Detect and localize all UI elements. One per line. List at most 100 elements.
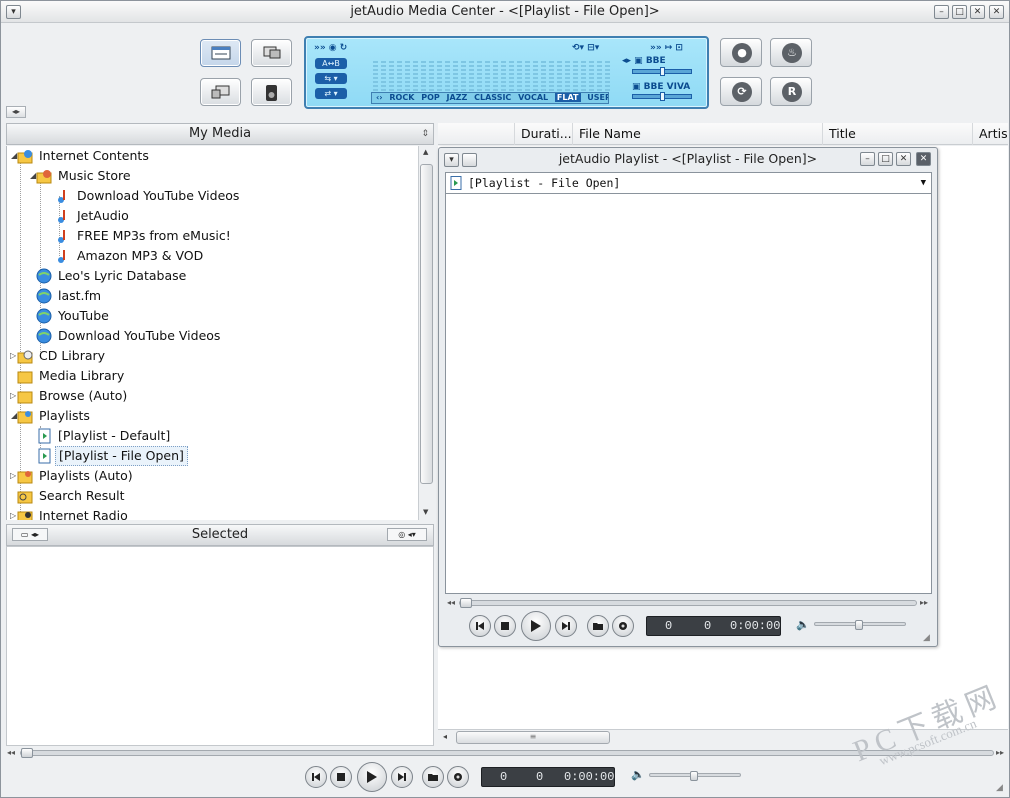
main-play-button[interactable] [357, 762, 387, 792]
eq-preset-user[interactable]: USER [587, 93, 608, 102]
eq-preset-vocal[interactable]: VOCAL [518, 93, 548, 102]
previous-button[interactable] [469, 615, 491, 637]
volume-icon[interactable]: 🔈 [796, 618, 810, 631]
main-counter-display: 0 0 0:00:00 [481, 767, 615, 787]
video-view-button[interactable] [200, 78, 241, 106]
column-duration[interactable]: Durati... [514, 123, 572, 145]
music-note-icon [58, 210, 65, 223]
column-artist[interactable]: Artis [972, 123, 1008, 145]
hscroll-thumb[interactable]: ≡ [456, 731, 610, 744]
playlist-maximize-button[interactable]: □ [878, 152, 893, 166]
main-previous-button[interactable] [305, 766, 327, 788]
bbe-viva-toggle[interactable]: ▣ BBE VIVA [632, 82, 690, 92]
close-button[interactable]: ✕ [970, 5, 985, 19]
player-device-icon [266, 85, 277, 101]
my-media-header[interactable]: My Media ⇕ [6, 123, 434, 145]
recorder-button[interactable]: R [770, 77, 812, 106]
timer-icon[interactable]: ⟲▾ ⊟▾ [572, 43, 599, 53]
burn-button[interactable]: ♨ [770, 38, 812, 67]
playlist-close-button[interactable]: ✕ [916, 152, 931, 166]
eq-preset-classic[interactable]: CLASSIC [474, 93, 511, 102]
main-disc-button[interactable] [447, 766, 469, 788]
playlist-volume-slider[interactable] [814, 620, 906, 630]
minimize-button[interactable]: – [934, 5, 949, 19]
main-seek-knob[interactable] [21, 748, 33, 758]
playlist-restore-button[interactable]: ✕ [896, 152, 911, 166]
main-volume-knob[interactable] [690, 771, 698, 781]
main-stop-button[interactable] [330, 766, 352, 788]
seek-back-icon[interactable]: ◂◂ [447, 598, 455, 607]
r-icon: R [782, 82, 802, 102]
internet-contents-icon [17, 150, 33, 164]
playlist-file-icon [38, 448, 51, 464]
media-center-view-button[interactable] [200, 39, 241, 67]
bbe-toggle[interactable]: ◂▸ ▣ BBE [622, 56, 666, 66]
stop-button[interactable] [494, 615, 516, 637]
disc-icon [619, 622, 627, 630]
sort-icon[interactable]: ⇕ [421, 124, 429, 144]
open-folder-button[interactable] [587, 615, 609, 637]
title-bar: ▾ jetAudio Media Center - <[Playlist - F… [1, 1, 1009, 23]
playlist-seek-slider[interactable] [459, 598, 917, 608]
convert-button[interactable]: ⟳ [720, 77, 762, 106]
scroll-left-icon[interactable]: ◂ [443, 732, 447, 741]
selected-list[interactable] [6, 546, 434, 746]
tree-scroll-thumb[interactable] [420, 164, 433, 484]
scroll-up-icon[interactable]: ▲ [423, 148, 428, 156]
selected-view-button[interactable]: ▭ ◂▸ [12, 528, 48, 541]
resize-grip-icon[interactable]: ◢ [923, 633, 930, 643]
close-alt-button[interactable]: ✕ [989, 5, 1004, 19]
volume-knob[interactable] [855, 620, 863, 630]
equalizer-bars[interactable] [373, 57, 610, 91]
main-open-folder-button[interactable] [422, 766, 444, 788]
eq-preset-bar[interactable]: ‹› ROCK POP JAZZ CLASSIC VOCAL FLAT USER… [371, 92, 609, 104]
eq-preset-flat[interactable]: FLAT [554, 93, 581, 102]
column-file-name[interactable]: File Name [572, 123, 822, 145]
stop-icon [337, 773, 345, 781]
effects-icons[interactable]: »» ↦ ⊡ [650, 43, 683, 53]
eq-preset-jazz[interactable]: JAZZ [447, 93, 468, 102]
window-resize-grip-icon[interactable]: ◢ [996, 783, 1003, 793]
bbe-viva-slider[interactable] [632, 92, 692, 101]
disc-button[interactable] [612, 615, 634, 637]
eq-preset-pop[interactable]: POP [421, 93, 440, 102]
main-next-button[interactable] [391, 766, 413, 788]
ab-repeat-button[interactable]: A↔B [315, 58, 347, 69]
seek-forward-icon[interactable]: ▸▸ [920, 598, 928, 607]
elapsed-time: 0:00:00 [730, 619, 781, 633]
record-disc-button[interactable]: ● [720, 38, 762, 67]
playlist-track-list[interactable] [445, 194, 932, 594]
chevron-down-icon[interactable]: ▼ [921, 173, 926, 193]
monitor-view-button[interactable] [251, 39, 292, 67]
selected-header[interactable]: ▭ ◂▸ Selected ◎ ◂▾ [6, 524, 434, 546]
repeat-mode-button[interactable]: ⇆ ▾ [315, 73, 347, 84]
music-note-icon [58, 190, 65, 203]
selected-options-button[interactable]: ◎ ◂▾ [387, 528, 427, 541]
main-volume-icon[interactable]: 🔈 [631, 768, 645, 781]
shuffle-mode-button[interactable]: ⇄ ▾ [315, 88, 347, 99]
playlist-counter-display: 0 0 0:00:00 [646, 616, 781, 636]
panel-toggle-button[interactable]: ◂▸ [6, 106, 26, 118]
column-title[interactable]: Title [822, 123, 972, 145]
maximize-button[interactable]: □ [952, 5, 967, 19]
bbe-slider[interactable] [632, 67, 692, 76]
disc-player-button[interactable] [251, 78, 292, 106]
playlist-minimize-button[interactable]: – [860, 152, 875, 166]
main-seek-back-icon[interactable]: ◂◂ [7, 748, 15, 757]
eq-nav-icon[interactable]: ‹› [376, 93, 383, 102]
main-seek-forward-icon[interactable]: ▸▸ [996, 748, 1004, 757]
music-store-icon [36, 170, 52, 184]
main-volume-slider[interactable] [649, 771, 741, 781]
seek-knob[interactable] [460, 598, 472, 608]
main-elapsed-time: 0:00:00 [564, 770, 615, 784]
eq-preset-rock[interactable]: ROCK [389, 93, 414, 102]
tree-scrollbar[interactable]: ▲ ▼ [418, 146, 434, 520]
next-button[interactable] [555, 615, 577, 637]
play-button[interactable] [521, 611, 551, 641]
monitor-icon [263, 46, 281, 59]
window-view-icon [211, 46, 231, 60]
playlist-select[interactable]: [Playlist - File Open] ▼ [445, 172, 932, 194]
display-mode-icons[interactable]: »» ◉ ↻ [314, 43, 347, 53]
playlists-icon [17, 411, 33, 424]
scroll-down-icon[interactable]: ▼ [423, 508, 428, 516]
